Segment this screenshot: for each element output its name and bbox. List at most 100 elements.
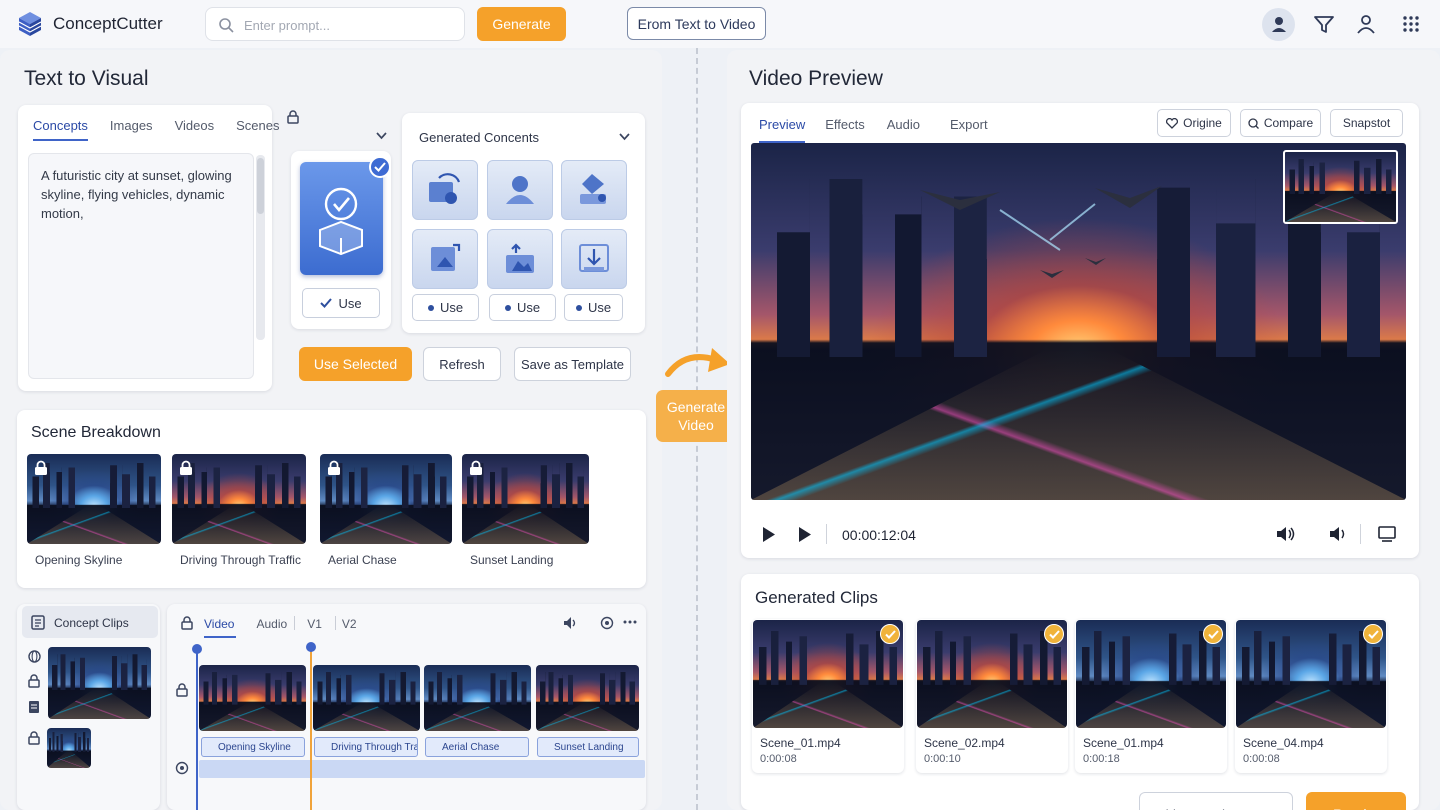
add-to-render-queue-button[interactable]: Add to Render Queue [1139, 792, 1293, 810]
origine-label: Origine [1183, 116, 1222, 130]
clip-duration: 0:00:08 [760, 753, 797, 765]
tab-video[interactable]: Video [204, 617, 237, 638]
timeline-clip-label: Aerial Chase [425, 737, 529, 757]
audio-icon[interactable] [1329, 526, 1347, 542]
timeline-start-marker[interactable] [196, 648, 198, 810]
tab-v1[interactable]: V1 [307, 617, 322, 638]
account-icon[interactable] [1354, 12, 1378, 36]
tab-effects[interactable]: Effects [825, 117, 865, 143]
concept-clip-thumbnail-1[interactable] [48, 647, 151, 719]
clip-check-badge[interactable] [880, 624, 900, 644]
cube-logo-icon [18, 12, 42, 36]
prompt-scrollbar-thumb[interactable] [257, 158, 264, 214]
clip-card-2[interactable]: Scene_02.mp4 0:00:10 [916, 619, 1068, 773]
tab-concepts[interactable]: Concepts [33, 118, 88, 141]
tab-scenes[interactable]: Scenes [236, 118, 279, 141]
concept-tile-1[interactable] [412, 160, 478, 220]
fullscreen-icon[interactable] [1378, 526, 1396, 542]
save-as-template-button[interactable]: Save as Template [514, 347, 631, 381]
add-to-render-queue-clip: Add to Render Queue [1139, 792, 1293, 810]
scene-card-opening-skyline[interactable]: Opening Skyline [27, 454, 161, 572]
lock-icon[interactable] [181, 616, 193, 630]
lock-icon[interactable] [28, 731, 40, 745]
prompt-input[interactable] [244, 15, 454, 35]
playhead[interactable] [310, 648, 312, 810]
globe-icon[interactable] [28, 650, 41, 663]
lock-icon[interactable] [287, 110, 299, 124]
timeline-clip-4[interactable] [536, 665, 639, 731]
timeline-clip-1[interactable] [199, 665, 306, 731]
use-selected-button[interactable]: Use Selected [299, 347, 412, 381]
scene-card-driving-through-traffic[interactable]: Driving Through Traffic [172, 454, 306, 572]
timeline-clip-3[interactable] [424, 665, 531, 731]
concept-tile-2[interactable] [487, 160, 553, 220]
scene-card-aerial-chase[interactable]: Aerial Chase [320, 454, 452, 572]
use-concept-button-3[interactable]: Use [564, 294, 623, 321]
app-title: ConceptCutter [53, 14, 163, 33]
concept-clip-thumbnail-2[interactable] [47, 728, 91, 768]
document-icon[interactable] [28, 700, 40, 714]
play-next-icon[interactable] [798, 526, 812, 543]
clip-check-badge[interactable] [1203, 624, 1223, 644]
clip-card-1[interactable]: Scene_01.mp4 0:00:08 [752, 619, 904, 773]
settings-icon[interactable] [600, 616, 614, 630]
picture-in-picture-thumbnail[interactable] [1283, 150, 1398, 224]
prompt-textarea[interactable]: A futuristic city at sunset, glowing sky… [28, 153, 254, 379]
user-icon[interactable] [1267, 12, 1291, 36]
more-options-icon[interactable] [623, 620, 637, 624]
chevron-down-icon[interactable] [619, 133, 630, 141]
prompt-search-box[interactable] [205, 7, 465, 41]
tab-preview[interactable]: Preview [759, 117, 806, 143]
chevron-down-icon[interactable] [376, 132, 387, 140]
concept-tile-3[interactable] [561, 160, 627, 220]
origine-button[interactable]: Origine [1157, 109, 1231, 137]
play-icon[interactable] [762, 526, 776, 543]
refresh-button[interactable]: Refresh [423, 347, 501, 381]
timeline-clip-label: Opening Skyline [201, 737, 305, 757]
apps-grid-icon[interactable] [1399, 12, 1423, 36]
selected-concept-tile[interactable] [300, 156, 391, 275]
checkmark-icon [1207, 629, 1219, 639]
volume-icon[interactable] [1276, 526, 1296, 542]
concept-tile-6[interactable] [561, 229, 627, 289]
tab-export[interactable]: Export [950, 117, 988, 143]
snapshot-button[interactable]: Snapstot [1330, 109, 1403, 137]
scene-card-sunset-landing[interactable]: Sunset Landing [462, 454, 589, 572]
lock-icon[interactable] [176, 683, 188, 697]
use-label: Use [587, 300, 612, 315]
timecode: 00:00:12:04 [842, 527, 916, 543]
mode-selector-button[interactable]: Erom Text to Video [627, 7, 766, 40]
use-concept-button-1[interactable]: Use [412, 294, 479, 321]
tab-audio[interactable]: Audio [256, 617, 287, 638]
target-icon[interactable] [175, 761, 189, 775]
filter-icon[interactable] [1312, 12, 1336, 36]
tab-audio-preview[interactable]: Audio [887, 117, 920, 143]
concept-tile-4[interactable] [412, 229, 478, 289]
tab-videos[interactable]: Videos [175, 118, 215, 141]
generate-button[interactable]: Generate [477, 7, 566, 41]
clip-duration: 0:00:10 [924, 753, 961, 765]
lock-icon[interactable] [28, 674, 40, 688]
use-concept-button-2[interactable]: Use [489, 294, 556, 321]
timeline-clip-2[interactable] [313, 665, 420, 731]
playhead-handle[interactable] [306, 642, 316, 652]
clip-card-3[interactable]: Scene_01.mp4 0:00:18 [1075, 619, 1227, 773]
generate-video-button[interactable]: Generate Video [656, 390, 736, 442]
tab-images[interactable]: Images [110, 118, 153, 141]
clip-card-4[interactable]: Scene_04.mp4 0:00:08 [1235, 619, 1387, 773]
volume-icon[interactable] [563, 616, 579, 630]
lock-icon [35, 460, 47, 475]
clip-check-badge[interactable] [1363, 624, 1383, 644]
concept-tile-5[interactable] [487, 229, 553, 289]
audio-track-bar[interactable] [199, 760, 645, 778]
compare-button[interactable]: Compare [1240, 109, 1321, 137]
clip-check-badge[interactable] [1044, 624, 1064, 644]
render-button[interactable]: Render [1306, 792, 1406, 810]
marker-handle[interactable] [192, 644, 202, 654]
use-selected-concept-button[interactable]: Use [302, 288, 380, 318]
heart-icon [1166, 117, 1179, 129]
clip-filename: Scene_01.mp4 [760, 736, 841, 750]
render-button-clip: Render [1306, 792, 1406, 810]
checkmark-icon [374, 162, 386, 172]
tab-v2[interactable]: V2 [342, 617, 357, 638]
